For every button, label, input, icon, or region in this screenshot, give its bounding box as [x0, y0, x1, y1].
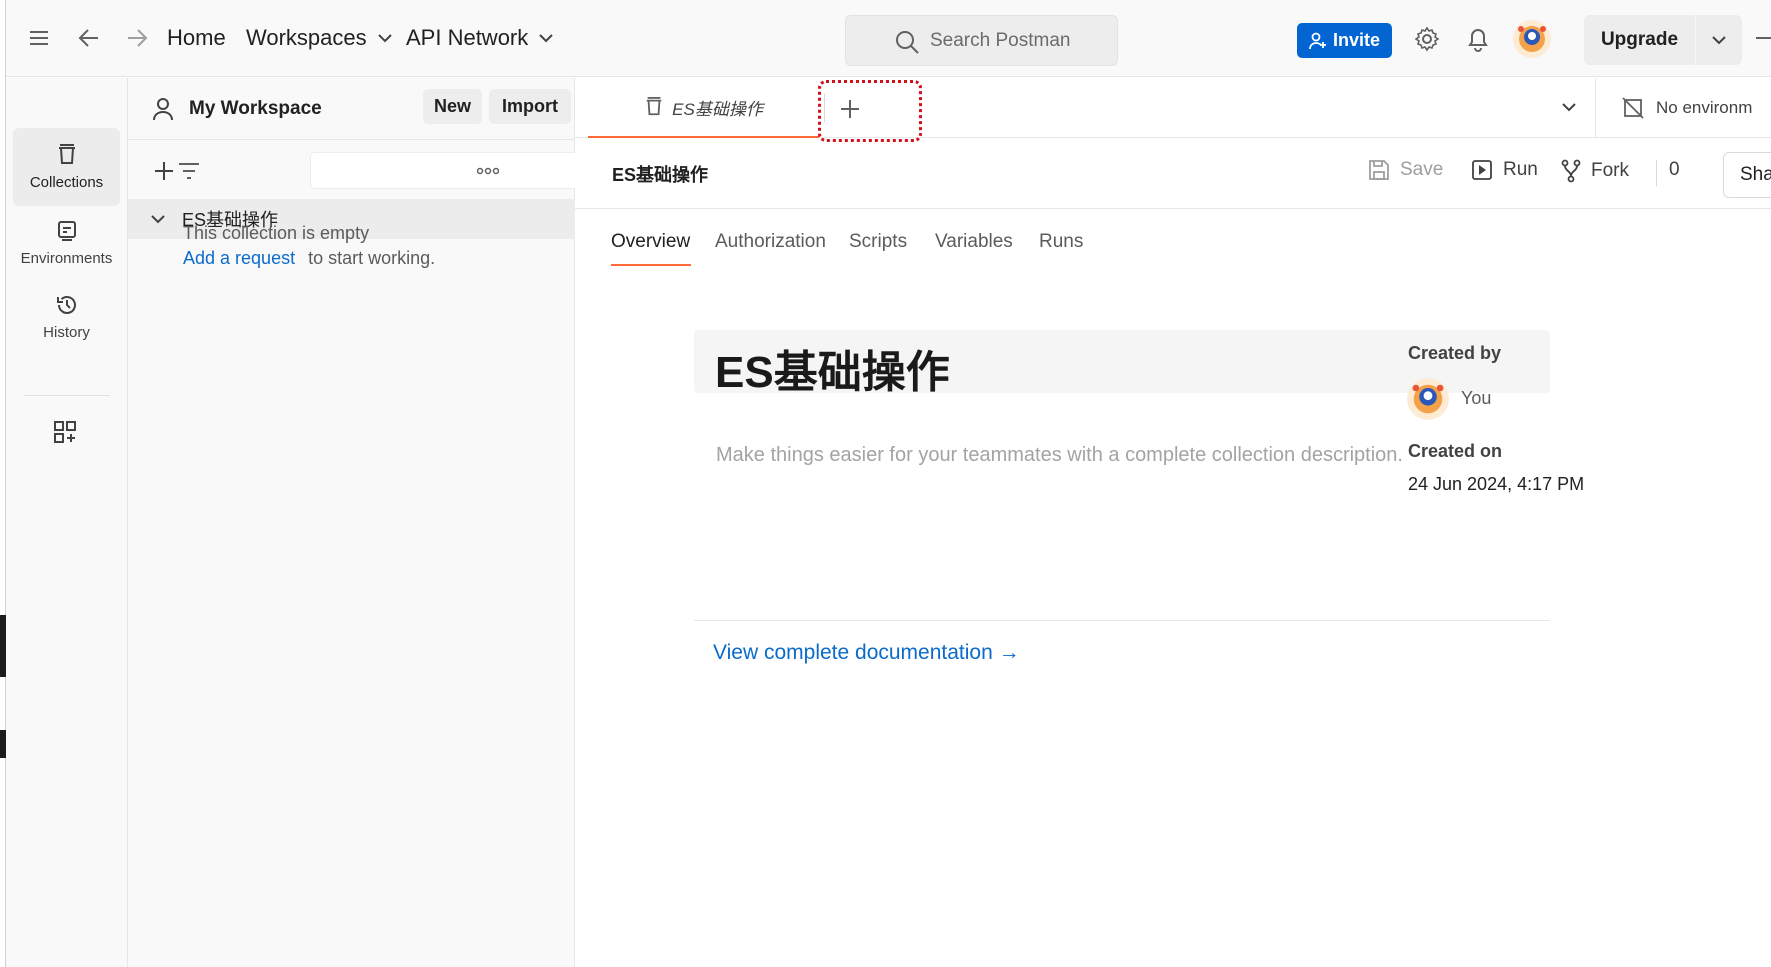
active-subtab-indicator [611, 264, 691, 266]
window-minimize-icon[interactable] [1756, 37, 1771, 39]
subtab-authorization[interactable]: Authorization [715, 231, 826, 253]
fork-button[interactable]: Fork [1561, 159, 1629, 183]
empty-collection-hint: Add a request to start working. [183, 248, 435, 269]
configure-sidebar-icon[interactable] [53, 420, 77, 444]
tab-bar: ES基础操作 No environm [575, 78, 1771, 142]
rail-item-environments[interactable]: Environments [13, 204, 120, 282]
save-icon [1369, 160, 1389, 180]
created-on-value: 24 Jun 2024, 4:17 PM [1408, 474, 1585, 494]
more-options-icon[interactable] [477, 167, 499, 175]
search-input[interactable]: Search Postman [845, 15, 1118, 66]
hamburger-menu-icon[interactable] [28, 28, 50, 48]
nav-workspaces[interactable]: Workspaces [246, 25, 393, 51]
subtab-scripts[interactable]: Scripts [849, 231, 907, 253]
annotation-highlight-box [818, 80, 922, 142]
divider [128, 139, 575, 140]
start-working-text: to start working. [308, 248, 436, 268]
chevron-down-icon [539, 34, 553, 43]
add-user-icon [1309, 32, 1326, 49]
import-button[interactable]: Import [489, 89, 571, 124]
upgrade-button[interactable]: Upgrade [1584, 15, 1695, 65]
created-by-label: Created by [1408, 343, 1502, 363]
nav-workspaces-label: Workspaces [246, 25, 367, 50]
save-button[interactable]: Save [1368, 159, 1443, 181]
user-avatar[interactable] [1512, 19, 1552, 59]
run-button[interactable]: Run [1471, 159, 1538, 181]
search-icon [896, 31, 919, 54]
add-request-link[interactable]: Add a request [183, 248, 295, 268]
tab-es-collection[interactable]: ES基础操作 [588, 78, 819, 138]
back-arrow-icon[interactable] [78, 26, 100, 50]
run-label: Run [1503, 159, 1538, 180]
fork-count: 0 [1669, 159, 1680, 180]
settings-gear-icon[interactable] [1414, 26, 1440, 52]
history-icon [56, 295, 76, 314]
created-by-value: You [1461, 388, 1492, 408]
upgrade-dropdown-button[interactable] [1696, 15, 1742, 65]
main-panel: ES基础操作 No environm ES基础操作 Save Run Fork [575, 78, 1771, 967]
forward-arrow-icon[interactable] [126, 26, 148, 50]
divider [1656, 160, 1657, 186]
fork-icon [1561, 159, 1581, 183]
view-documentation-link[interactable]: View complete documentation → [713, 641, 1020, 665]
collections-sidebar: My Workspace New Import ES基础操作 This coll… [128, 78, 650, 967]
rail-divider [24, 395, 110, 396]
collection-doc-title: ES基础操作 [715, 348, 950, 397]
top-bar: Home Workspaces API Network Search Postm… [6, 0, 1771, 77]
rail-item-history[interactable]: History [13, 278, 120, 356]
rail-item-label: History [43, 323, 90, 341]
environment-selector[interactable]: No environm [1595, 78, 1771, 138]
left-nav-rail: Collections Environments History [6, 78, 128, 967]
chevron-down-icon [151, 215, 165, 224]
notification-bell-icon[interactable] [1466, 26, 1490, 52]
environment-label: No environm [1656, 98, 1753, 117]
new-button[interactable]: New [423, 89, 482, 124]
creator-avatar [1406, 377, 1450, 421]
filter-icon[interactable] [178, 161, 200, 181]
created-on-label: Created on [1408, 441, 1503, 461]
collection-description-placeholder[interactable]: Make things easier for your teammates wi… [716, 444, 1403, 467]
invite-label: Invite [1332, 30, 1380, 50]
subtab-variables[interactable]: Variables [935, 231, 1013, 253]
chevron-down-icon [1712, 36, 1726, 45]
divider [694, 620, 1550, 621]
search-placeholder: Search Postman [930, 29, 1071, 51]
subtab-overview[interactable]: Overview [611, 231, 690, 253]
empty-collection-text: This collection is empty [183, 223, 370, 243]
nav-home[interactable]: Home [167, 25, 226, 51]
nav-api-network-label: API Network [406, 25, 529, 50]
invite-button[interactable]: Invite [1297, 23, 1392, 58]
rail-item-label: Environments [20, 249, 113, 267]
collections-icon [58, 143, 75, 164]
rail-item-label: Collections [29, 173, 104, 191]
tab-label: ES基础操作 [672, 99, 763, 119]
save-label: Save [1400, 159, 1444, 180]
user-icon [153, 98, 173, 121]
add-collection-icon[interactable] [153, 160, 175, 182]
rail-item-collections[interactable]: Collections [13, 128, 120, 206]
nav-api-network[interactable]: API Network [406, 25, 554, 51]
subtab-runs[interactable]: Runs [1039, 231, 1083, 253]
no-environment-icon [1622, 97, 1644, 119]
workspace-name: My Workspace [189, 98, 322, 119]
share-button[interactable]: Share [1723, 152, 1771, 198]
collection-header: ES基础操作 Save Run Fork 0 Share [575, 139, 1771, 209]
tabs-dropdown-icon[interactable] [1561, 102, 1577, 112]
chevron-down-icon [377, 34, 392, 43]
collections-icon [646, 97, 662, 116]
fork-label: Fork [1591, 160, 1629, 181]
collection-header-title: ES基础操作 [612, 165, 709, 185]
environments-icon [57, 220, 76, 241]
run-icon [1472, 160, 1492, 180]
